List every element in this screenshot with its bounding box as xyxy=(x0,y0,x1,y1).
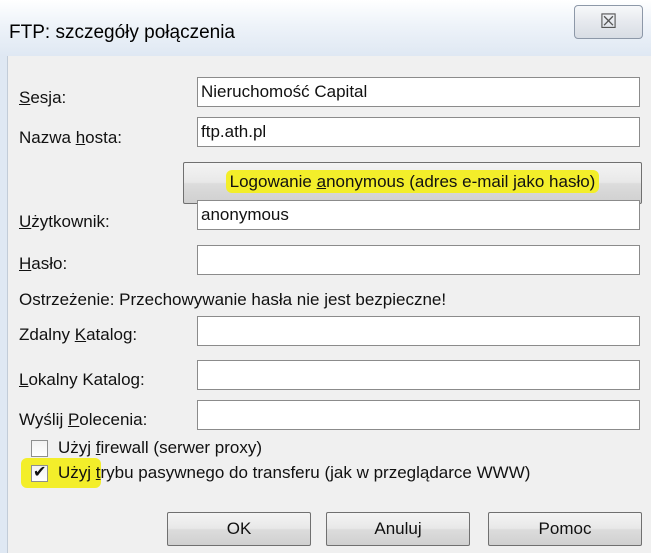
close-button[interactable]: ☒ xyxy=(574,5,643,39)
password-label: Hasło: xyxy=(19,254,68,273)
remote-directory-input[interactable] xyxy=(197,316,640,346)
host-input[interactable]: ftp.ath.pl xyxy=(197,117,640,147)
anonymous-login-button[interactable]: Logowanie anonymous (adres e-mail jako h… xyxy=(183,162,642,204)
user-label: Użytkownik: xyxy=(19,212,110,231)
passive-mode-label[interactable]: Użyj trybu pasywnego do transferu (jak w… xyxy=(58,463,530,483)
remote-directory-label: Zdalny Katalog: xyxy=(19,325,138,344)
anonymous-login-label: Logowanie anonymous (adres e-mail jako h… xyxy=(225,170,600,193)
window-frame-left xyxy=(0,56,8,553)
send-commands-label: Wyślij Polecenia: xyxy=(19,410,148,429)
checkmark-icon: ✔ xyxy=(33,464,47,481)
ok-button[interactable]: OK xyxy=(167,512,311,546)
user-input[interactable]: anonymous xyxy=(197,200,640,230)
send-commands-input[interactable] xyxy=(197,400,640,430)
host-label: Nazwa hosta: xyxy=(19,128,123,147)
help-button[interactable]: Pomoc xyxy=(488,512,642,546)
password-warning: Ostrzeżenie: Przechowywanie hasła nie je… xyxy=(19,290,447,309)
session-input[interactable]: Nieruchomość Capital xyxy=(197,77,640,107)
firewall-label[interactable]: Użyj firewall (serwer proxy) xyxy=(58,438,262,458)
cancel-button[interactable]: Anuluj xyxy=(326,512,470,546)
window-title: FTP: szczegóły połączenia xyxy=(9,22,235,43)
local-directory-label: Lokalny Katalog: xyxy=(19,370,145,389)
local-directory-input[interactable] xyxy=(197,360,640,390)
password-input[interactable] xyxy=(197,245,640,275)
firewall-checkbox[interactable] xyxy=(31,440,48,457)
session-label: Sesja: xyxy=(19,88,67,107)
title-bar: FTP: szczegóły połączenia ☒ xyxy=(0,0,651,56)
passive-mode-checkbox[interactable]: ✔ xyxy=(31,464,48,482)
close-icon: ☒ xyxy=(599,11,618,33)
